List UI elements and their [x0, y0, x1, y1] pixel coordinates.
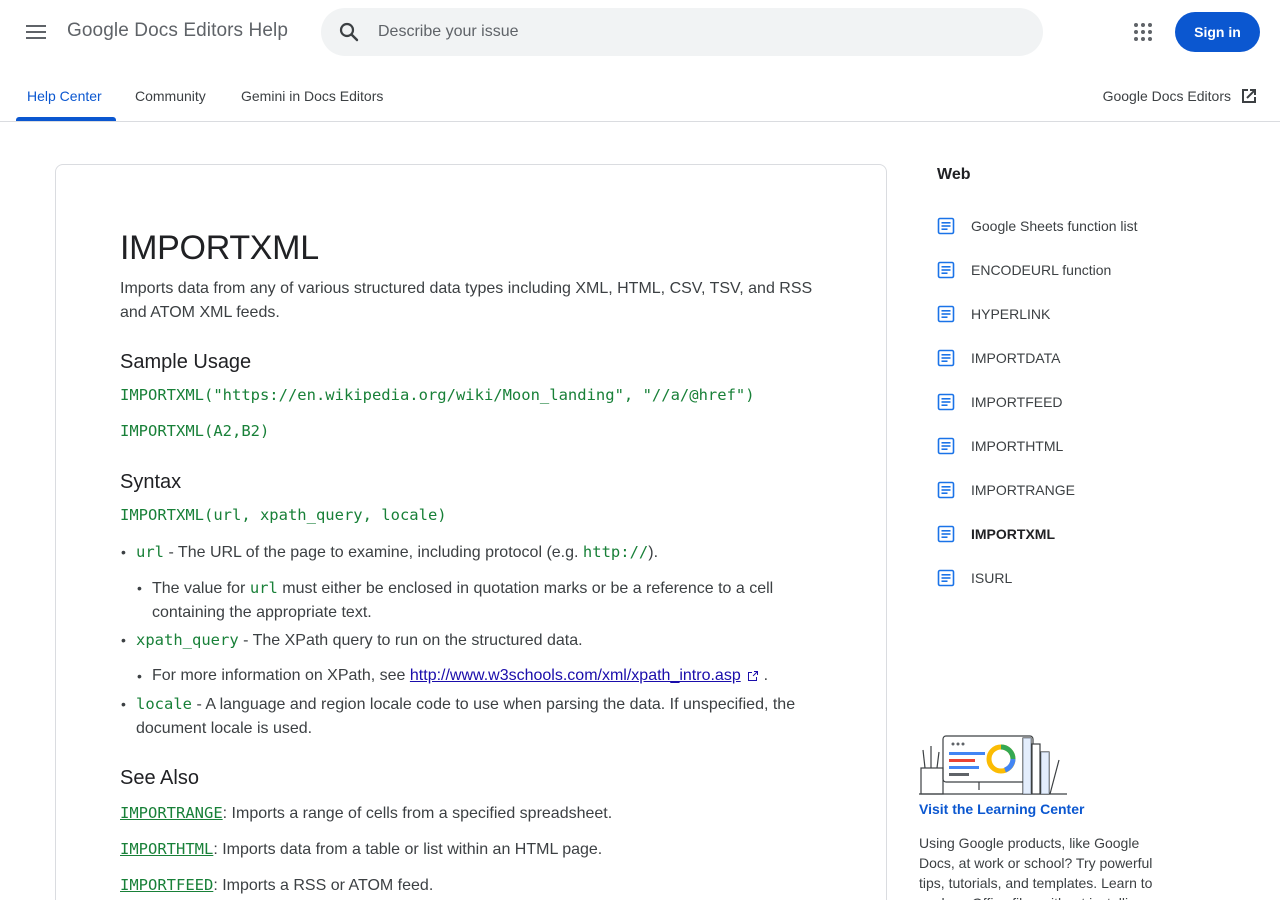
param-url: • url - The URL of the page to examine, i… [121, 543, 659, 561]
param-xpath-note-a: For more information on XPath, see [152, 667, 410, 684]
page-title: IMPORTXML [120, 229, 319, 267]
docs-editors-external-link[interactable]: Google Docs Editors [1103, 86, 1259, 106]
sidebar-item-label: Google Sheets function list [971, 218, 1138, 234]
sidebar-item-importrange[interactable]: IMPORTRANGE [937, 478, 1075, 502]
document-icon [937, 437, 955, 455]
see-also-item: IMPORTFEED: Imports a RSS or ATOM feed. [120, 873, 433, 898]
top-bar: Google Docs Editors Help Sign in [0, 0, 1280, 64]
sidebar-item-label: ISURL [971, 570, 1013, 586]
tab-gemini[interactable]: Gemini in Docs Editors [241, 88, 383, 104]
syntax-signature: IMPORTXML(url, xpath_query, locale) [120, 506, 447, 524]
sidebar-item-encodeurl-function[interactable]: ENCODEURL function [937, 258, 1111, 282]
nav-tabs: Help Center Community Gemini in Docs Edi… [0, 72, 1280, 122]
param-xpath-note-end: . [763, 667, 769, 684]
search-bar[interactable] [321, 8, 1043, 56]
syntax-heading: Syntax [120, 471, 182, 493]
sidebar-item-label: IMPORTHTML [971, 438, 1064, 454]
active-tab-indicator [16, 117, 116, 121]
sidebar-item-label: HYPERLINK [971, 306, 1051, 322]
see-also-link-importrange[interactable]: IMPORTRANGE [120, 804, 223, 822]
sidebar-item-isurl[interactable]: ISURL [937, 566, 1012, 590]
main-menu-button[interactable] [20, 16, 52, 48]
app-title[interactable]: Google Docs Editors Help [67, 20, 288, 42]
google-apps-button[interactable] [1127, 16, 1159, 48]
sidebar-heading: Web [937, 166, 971, 183]
sidebar-item-hyperlink[interactable]: HYPERLINK [937, 302, 1050, 326]
sidebar-item-google-sheets-function-list[interactable]: Google Sheets function list [937, 214, 1138, 238]
search-input[interactable] [378, 18, 1018, 46]
external-link-label: Google Docs Editors [1102, 88, 1231, 104]
param-xpath-note: • For more information on XPath, see http… [137, 667, 769, 684]
xpath-tutorial-link[interactable]: http://www.w3schools.com/xml/xpath_intro… [410, 667, 741, 684]
param-locale-desc: - A language and region locale code to u… [136, 696, 796, 737]
sample-usage-2: IMPORTXML(A2,B2) [120, 422, 270, 440]
see-also-desc: : Imports a RSS or ATOM feed. [213, 877, 434, 894]
param-locale: • locale - A language and region locale c… [121, 695, 796, 737]
see-also-link-importfeed[interactable]: IMPORTFEED [120, 876, 213, 894]
article-intro: Imports data from any of various structu… [120, 280, 813, 321]
external-link-icon [748, 670, 759, 681]
open-in-new-icon [1242, 89, 1256, 103]
param-url-note: • The value for url must either be enclos… [137, 579, 774, 621]
sidebar-item-label: IMPORTFEED [971, 394, 1063, 410]
sidebar-item-label: IMPORTDATA [971, 350, 1061, 366]
see-also-desc: : Imports a range of cells from a specif… [222, 805, 613, 822]
param-url-note-code: url [249, 579, 278, 597]
learning-center-text: Using Google products, like Google Docs,… [919, 835, 1153, 900]
document-icon [937, 349, 955, 367]
learning-center-illustration [919, 735, 1067, 795]
sample-usage-heading: Sample Usage [120, 351, 252, 373]
param-xpath: • xpath_query - The XPath query to run on… [121, 631, 583, 649]
sidebar-item-importhtml[interactable]: IMPORTHTML [937, 434, 1063, 458]
param-url-desc: - The URL of the page to examine, includ… [164, 544, 583, 561]
sidebar-item-importxml[interactable]: IMPORTXML [937, 522, 1055, 546]
see-also-item: IMPORTRANGE: Imports a range of cells fr… [120, 801, 612, 826]
see-also-desc: : Imports data from a table or list with… [213, 841, 603, 858]
param-xpath-code: xpath_query [136, 631, 239, 649]
param-url-note-a: The value for [152, 580, 250, 597]
document-icon [937, 481, 955, 499]
document-icon [937, 525, 955, 543]
hamburger-menu-icon [26, 25, 46, 39]
sidebar-item-importdata[interactable]: IMPORTDATA [937, 346, 1060, 370]
document-icon [937, 569, 955, 587]
document-icon [937, 261, 955, 279]
search-icon[interactable] [337, 20, 361, 44]
document-icon [937, 393, 955, 411]
sidebar-item-label: IMPORTRANGE [971, 482, 1075, 498]
apps-grid-icon [1134, 23, 1152, 41]
learning-center-link[interactable]: Visit the Learning Center [919, 801, 1084, 817]
param-xpath-desc: - The XPath query to run on the structur… [238, 632, 583, 649]
article-card: IMPORTXML Imports data from any of vario… [55, 164, 887, 900]
param-url-example: http:// [582, 543, 649, 561]
document-icon [937, 305, 955, 323]
see-also-heading: See Also [120, 767, 199, 789]
tab-help-center[interactable]: Help Center [27, 88, 102, 104]
document-icon [937, 217, 955, 235]
sign-in-button[interactable]: Sign in [1175, 12, 1260, 52]
see-also-link-importhtml[interactable]: IMPORTHTML [120, 840, 213, 858]
sample-usage-1: IMPORTXML("https://en.wikipedia.org/wiki… [120, 386, 755, 404]
param-locale-code: locale [136, 695, 192, 713]
param-url-desc-end: ). [648, 544, 659, 561]
tab-community[interactable]: Community [135, 88, 206, 104]
sidebar-item-label: IMPORTXML [971, 526, 1055, 542]
sidebar-item-label: ENCODEURL function [971, 262, 1112, 278]
param-url-code: url [136, 543, 164, 561]
sidebar-item-importfeed[interactable]: IMPORTFEED [937, 390, 1063, 414]
see-also-item: IMPORTHTML: Imports data from a table or… [120, 837, 602, 862]
